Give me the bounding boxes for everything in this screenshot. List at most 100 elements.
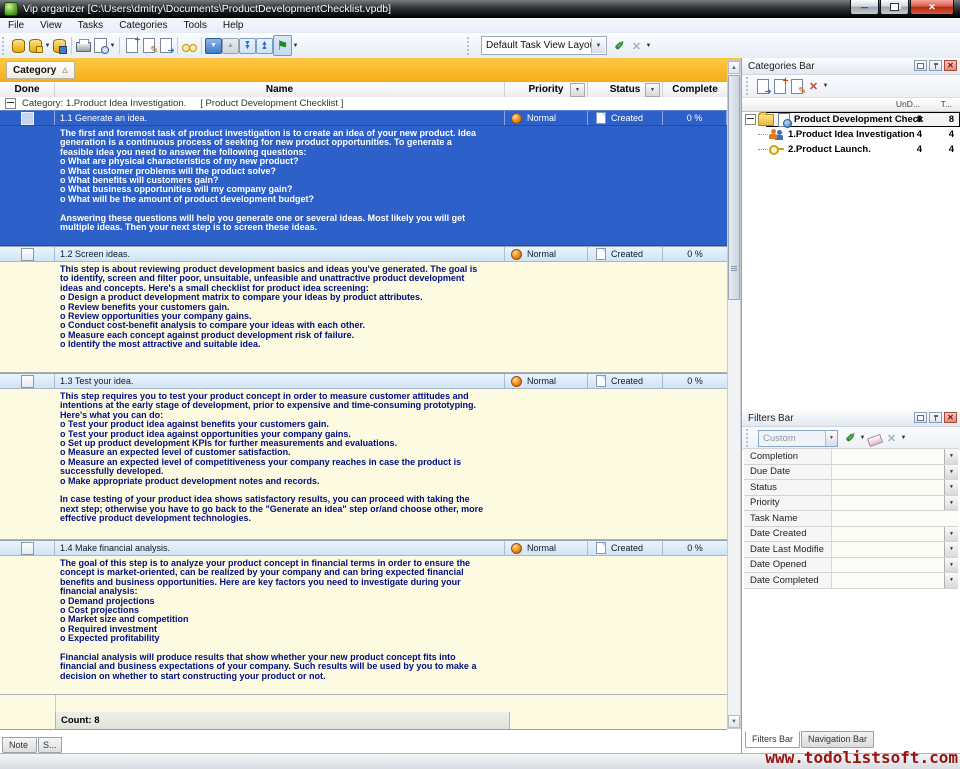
group-by-category-button[interactable]: Category bbox=[6, 61, 75, 79]
filter-dropdown-button[interactable] bbox=[944, 527, 958, 542]
delete-category-button[interactable] bbox=[805, 77, 822, 96]
filter-value-field[interactable] bbox=[832, 511, 958, 526]
task-description-1-4[interactable]: The goal of this step is to analyze your… bbox=[0, 556, 727, 695]
task-row-1-4[interactable]: 1.4 Make financial analysis. Normal Crea… bbox=[0, 540, 727, 556]
filter-preset-dropdown[interactable] bbox=[825, 431, 837, 446]
panel-pin-icon[interactable] bbox=[929, 412, 942, 423]
print-button[interactable] bbox=[75, 36, 92, 55]
task-description-1-2[interactable]: This step is about reviewing product dev… bbox=[0, 262, 727, 373]
menu-tasks[interactable]: Tasks bbox=[70, 19, 112, 32]
filter-value-field[interactable] bbox=[832, 558, 944, 573]
filter-value-field[interactable] bbox=[832, 449, 944, 464]
done-checkbox[interactable] bbox=[21, 248, 34, 261]
collapse-group-icon[interactable] bbox=[5, 98, 16, 109]
tab-note[interactable]: Note bbox=[2, 737, 37, 753]
new-task-button[interactable] bbox=[123, 36, 140, 55]
done-checkbox[interactable] bbox=[21, 542, 34, 555]
flag-dropdown[interactable] bbox=[292, 43, 299, 49]
filter-value-field[interactable] bbox=[832, 480, 944, 495]
tab-subtasks[interactable]: S... bbox=[38, 737, 62, 753]
move-up-button[interactable] bbox=[222, 36, 239, 55]
edit-task-button[interactable] bbox=[140, 36, 157, 55]
collapse-all-button[interactable] bbox=[256, 36, 273, 55]
menu-categories[interactable]: Categories bbox=[111, 19, 175, 32]
move-down-button[interactable] bbox=[205, 36, 222, 55]
scroll-up-button[interactable] bbox=[728, 61, 740, 74]
view-tasks-button[interactable] bbox=[181, 36, 198, 55]
open-database-dropdown[interactable] bbox=[44, 43, 51, 49]
column-header-name[interactable]: Name bbox=[55, 82, 505, 97]
filters-toolbar-dropdown[interactable] bbox=[900, 435, 907, 441]
filter-value-field[interactable] bbox=[832, 496, 944, 511]
layout-dropdown[interactable] bbox=[645, 43, 652, 49]
panel-pin-icon[interactable] bbox=[929, 60, 942, 71]
filter-dropdown-button[interactable] bbox=[944, 542, 958, 557]
filter-value-field[interactable] bbox=[832, 465, 944, 480]
column-header-done[interactable]: Done bbox=[0, 82, 55, 97]
panel-close-icon[interactable] bbox=[944, 412, 957, 423]
column-header-complete[interactable]: Complete bbox=[663, 82, 727, 97]
done-checkbox[interactable] bbox=[21, 112, 34, 125]
filter-dropdown-button[interactable] bbox=[944, 573, 958, 588]
scroll-down-button[interactable] bbox=[728, 715, 740, 728]
print-preview-dropdown[interactable] bbox=[109, 43, 116, 49]
tab-navigation-bar[interactable]: Navigation Bar bbox=[801, 731, 874, 748]
column-header-status[interactable]: Status bbox=[588, 82, 663, 97]
panel-maximize-icon[interactable] bbox=[914, 412, 927, 423]
flag-button[interactable] bbox=[273, 35, 292, 56]
total-column-header[interactable]: T... bbox=[941, 99, 952, 109]
menu-tools[interactable]: Tools bbox=[176, 19, 215, 32]
filter-dropdown-button[interactable] bbox=[944, 558, 958, 573]
filter-preset-combobox[interactable]: Custom bbox=[758, 430, 838, 447]
minimize-button[interactable] bbox=[850, 0, 879, 15]
task-row-1-2[interactable]: 1.2 Screen ideas. Normal Created 0 % bbox=[0, 246, 727, 262]
panel-maximize-icon[interactable] bbox=[914, 60, 927, 71]
filter-value-field[interactable] bbox=[832, 542, 944, 557]
task-row-1-1[interactable]: 1.1 Generate an idea. Normal Created 0 % bbox=[0, 110, 727, 126]
undone-column-header[interactable]: UnD... bbox=[896, 99, 920, 109]
new-database-button[interactable] bbox=[10, 36, 27, 55]
close-button[interactable] bbox=[910, 0, 954, 15]
status-filter-dropdown[interactable] bbox=[645, 83, 660, 97]
done-checkbox[interactable] bbox=[21, 375, 34, 388]
open-database-button[interactable] bbox=[27, 36, 44, 55]
categories-toolbar-dropdown[interactable] bbox=[822, 83, 829, 89]
print-preview-button[interactable] bbox=[92, 36, 109, 55]
column-header-priority[interactable]: Priority bbox=[505, 82, 588, 97]
menu-help[interactable]: Help bbox=[215, 19, 252, 32]
priority-filter-dropdown[interactable] bbox=[570, 83, 585, 97]
save-database-button[interactable] bbox=[51, 36, 68, 55]
new-category-button[interactable] bbox=[754, 77, 771, 96]
duplicate-task-button[interactable] bbox=[157, 36, 174, 55]
collapse-tree-icon[interactable] bbox=[745, 114, 756, 125]
category-group-row[interactable]: Category: 1.Product Idea Investigation. … bbox=[0, 97, 727, 111]
restore-button[interactable] bbox=[880, 0, 909, 15]
filter-dropdown-button[interactable] bbox=[944, 449, 958, 464]
apply-filter-dropdown[interactable] bbox=[859, 435, 866, 441]
delete-filter-button[interactable] bbox=[883, 429, 900, 448]
apply-filter-button[interactable] bbox=[842, 429, 859, 448]
scrollbar-thumb[interactable] bbox=[728, 75, 740, 300]
edit-category-button[interactable] bbox=[788, 77, 805, 96]
category-tree-item-2[interactable]: 2.Product Launch. 4 4 bbox=[742, 142, 960, 157]
filter-value-field[interactable] bbox=[832, 573, 944, 588]
delete-layout-button[interactable] bbox=[628, 36, 645, 55]
grid-vertical-scrollbar[interactable] bbox=[727, 60, 741, 729]
filter-dropdown-button[interactable] bbox=[944, 465, 958, 480]
layout-combobox-dropdown[interactable] bbox=[591, 38, 605, 53]
save-layout-button[interactable] bbox=[611, 36, 628, 55]
filter-dropdown-button[interactable] bbox=[944, 480, 958, 495]
menu-file[interactable]: File bbox=[0, 19, 32, 32]
new-subcategory-button[interactable] bbox=[771, 77, 788, 96]
tab-filters-bar[interactable]: Filters Bar bbox=[745, 731, 800, 748]
expand-all-button[interactable] bbox=[239, 36, 256, 55]
task-description-1-1[interactable]: The first and foremost task of product i… bbox=[0, 126, 727, 246]
task-description-1-3[interactable]: This step requires you to test your prod… bbox=[0, 389, 727, 540]
category-tree-root[interactable]: Product Development Check 8 8 bbox=[742, 112, 960, 127]
filter-value-field[interactable] bbox=[832, 527, 944, 542]
layout-combobox[interactable]: Default Task View Layout bbox=[481, 36, 607, 55]
category-tree-item-1[interactable]: 1.Product Idea Investigation 4 4 bbox=[742, 127, 960, 142]
panel-close-icon[interactable] bbox=[944, 60, 957, 71]
menu-view[interactable]: View bbox=[32, 19, 70, 32]
task-row-1-3[interactable]: 1.3 Test your idea. Normal Created 0 % bbox=[0, 373, 727, 389]
